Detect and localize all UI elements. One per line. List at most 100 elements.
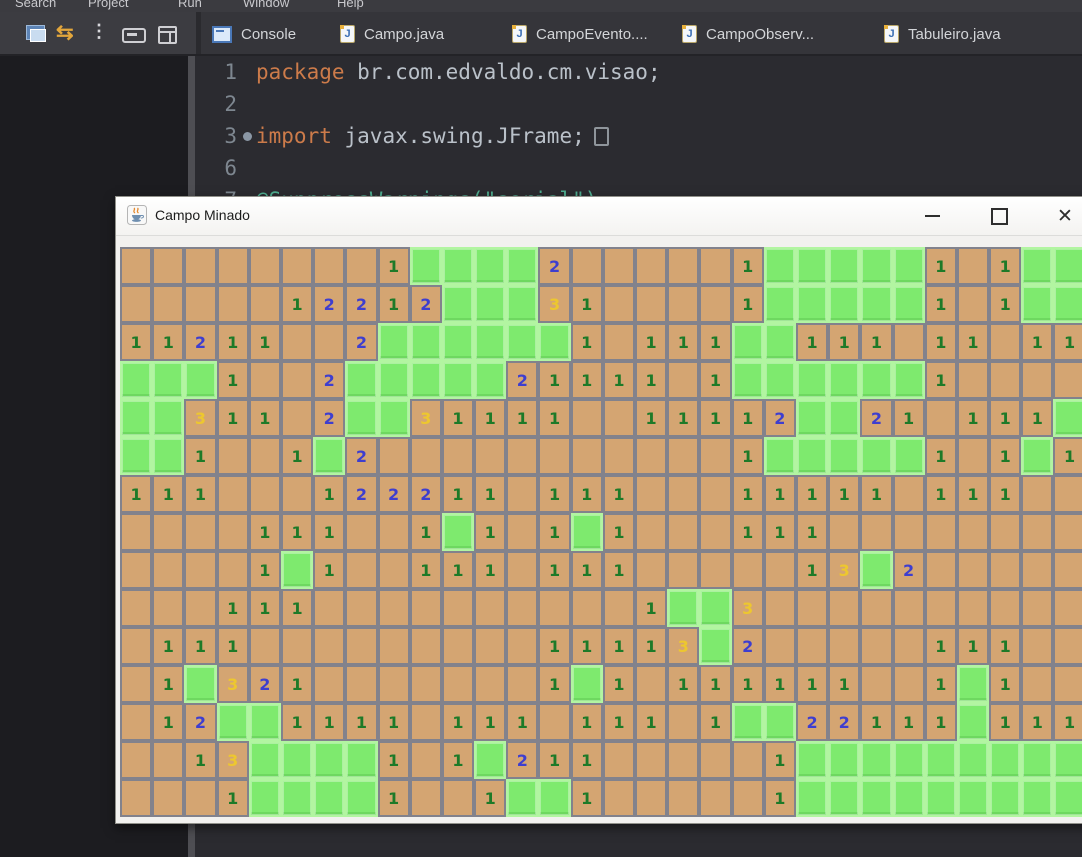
board-cell[interactable] xyxy=(667,589,700,627)
board-cell[interactable]: 1 xyxy=(989,627,1022,665)
board-cell[interactable] xyxy=(538,323,571,361)
board-cell[interactable]: 1 xyxy=(795,475,829,513)
board-cell[interactable] xyxy=(474,247,507,285)
board-cell[interactable] xyxy=(506,285,539,323)
board-cell[interactable]: 1 xyxy=(152,323,185,361)
board-cell[interactable]: 1 xyxy=(731,475,764,513)
board-cell[interactable] xyxy=(828,285,861,323)
board-cell[interactable] xyxy=(635,551,668,589)
board-cell[interactable] xyxy=(924,513,957,551)
board-cell[interactable]: 2 xyxy=(538,247,571,285)
board-cell[interactable] xyxy=(506,627,539,665)
board-cell[interactable]: 1 xyxy=(989,703,1022,741)
board-cell[interactable] xyxy=(184,551,217,589)
board-cell[interactable] xyxy=(441,285,475,323)
board-cell[interactable] xyxy=(892,247,925,285)
board-cell[interactable] xyxy=(1053,741,1082,779)
board-cell[interactable]: 1 xyxy=(763,779,796,817)
board-cell[interactable]: 1 xyxy=(924,475,957,513)
board-cell[interactable]: 1 xyxy=(313,703,346,741)
board-cell[interactable] xyxy=(120,247,153,285)
board-cell[interactable] xyxy=(763,437,796,475)
board-cell[interactable] xyxy=(506,665,539,703)
board-cell[interactable] xyxy=(280,247,314,285)
board-cell[interactable]: 1 xyxy=(602,513,635,551)
board-cell[interactable] xyxy=(1053,475,1082,513)
board-cell[interactable] xyxy=(120,703,153,741)
board-cell[interactable] xyxy=(989,741,1022,779)
board-cell[interactable]: 1 xyxy=(989,247,1022,285)
board-cell[interactable]: 1 xyxy=(280,703,314,741)
board-cell[interactable] xyxy=(828,399,861,437)
board-cell[interactable] xyxy=(763,551,796,589)
board-cell[interactable] xyxy=(795,247,829,285)
board-cell[interactable]: 2 xyxy=(184,703,217,741)
board-cell[interactable] xyxy=(409,247,442,285)
board-cell[interactable] xyxy=(860,551,893,589)
board-cell[interactable]: 1 xyxy=(216,323,249,361)
board-cell[interactable]: 1 xyxy=(441,551,475,589)
board-cell[interactable] xyxy=(1053,513,1082,551)
board-cell[interactable] xyxy=(441,627,475,665)
board-cell[interactable] xyxy=(280,361,314,399)
board-cell[interactable] xyxy=(924,779,957,817)
board-cell[interactable] xyxy=(184,779,217,817)
board-cell[interactable] xyxy=(409,703,442,741)
board-cell[interactable]: 1 xyxy=(474,703,507,741)
board-cell[interactable]: 1 xyxy=(763,475,796,513)
board-cell[interactable] xyxy=(635,665,668,703)
board-cell[interactable]: 1 xyxy=(602,475,635,513)
board-cell[interactable]: 1 xyxy=(570,627,603,665)
menu-item-help[interactable]: Help xyxy=(337,0,364,12)
menu-item-search[interactable]: Search xyxy=(15,0,56,12)
board-cell[interactable]: 1 xyxy=(216,589,249,627)
board-cell[interactable]: 3 xyxy=(538,285,571,323)
board-cell[interactable]: 2 xyxy=(892,551,925,589)
board-cell[interactable] xyxy=(795,399,829,437)
board-cell[interactable] xyxy=(989,513,1022,551)
board-cell[interactable]: 1 xyxy=(474,779,507,817)
board-cell[interactable] xyxy=(667,513,700,551)
board-cell[interactable]: 1 xyxy=(538,741,571,779)
board-cell[interactable] xyxy=(699,551,732,589)
board-cell[interactable] xyxy=(474,665,507,703)
board-cell[interactable] xyxy=(538,589,571,627)
board-cell[interactable] xyxy=(956,589,990,627)
board-cell[interactable] xyxy=(763,361,796,399)
board-cell[interactable]: 1 xyxy=(602,665,635,703)
board-cell[interactable] xyxy=(1053,247,1082,285)
board-cell[interactable] xyxy=(860,437,893,475)
board-cell[interactable] xyxy=(313,627,346,665)
board-cell[interactable] xyxy=(1021,475,1054,513)
board-cell[interactable]: 1 xyxy=(441,703,475,741)
board-cell[interactable]: 1 xyxy=(635,361,668,399)
board-cell[interactable] xyxy=(828,779,861,817)
menu-item-project[interactable]: Project xyxy=(88,0,128,12)
board-cell[interactable] xyxy=(345,551,378,589)
board-cell[interactable]: 1 xyxy=(731,247,764,285)
board-cell[interactable] xyxy=(860,247,893,285)
board-cell[interactable]: 1 xyxy=(570,703,603,741)
board-cell[interactable] xyxy=(1053,665,1082,703)
board-cell[interactable]: 1 xyxy=(248,589,281,627)
board-cell[interactable]: 1 xyxy=(538,627,571,665)
board-cell[interactable]: 3 xyxy=(409,399,442,437)
board-cell[interactable] xyxy=(828,437,861,475)
board-cell[interactable] xyxy=(956,285,990,323)
board-cell[interactable] xyxy=(474,323,507,361)
board-cell[interactable]: 1 xyxy=(1021,703,1054,741)
board-cell[interactable]: 2 xyxy=(506,361,539,399)
board-cell[interactable] xyxy=(377,665,410,703)
board-cell[interactable] xyxy=(345,779,378,817)
board-cell[interactable]: 1 xyxy=(377,703,410,741)
board-cell[interactable]: 1 xyxy=(570,361,603,399)
board-cell[interactable] xyxy=(248,437,281,475)
board-cell[interactable] xyxy=(860,513,893,551)
board-cell[interactable]: 1 xyxy=(538,475,571,513)
board-cell[interactable]: 1 xyxy=(731,399,764,437)
board-cell[interactable] xyxy=(1021,741,1054,779)
board-cell[interactable] xyxy=(152,361,185,399)
board-cell[interactable]: 1 xyxy=(1053,323,1082,361)
board-cell[interactable]: 1 xyxy=(1053,703,1082,741)
board-cell[interactable]: 1 xyxy=(731,665,764,703)
